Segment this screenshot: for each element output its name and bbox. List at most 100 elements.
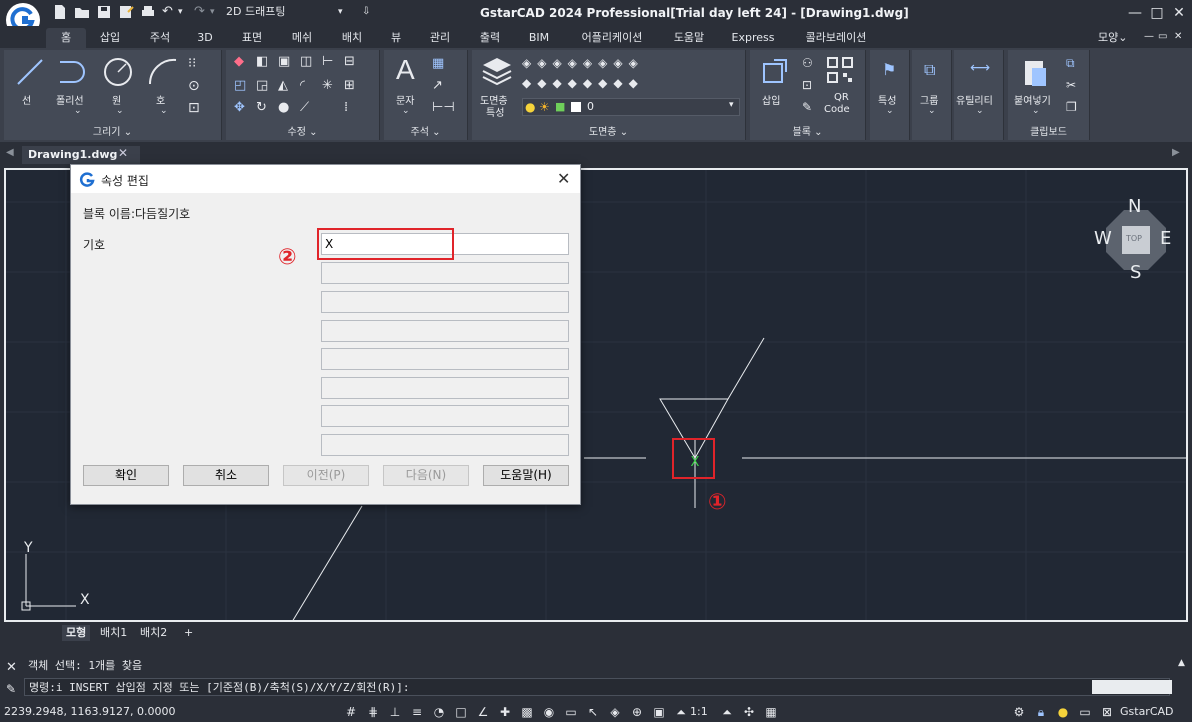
scale-icon[interactable]: ◲ <box>256 78 268 93</box>
tab-help[interactable]: 도움말 <box>666 28 712 48</box>
viewcube-west[interactable]: W <box>1094 228 1112 249</box>
otrack-icon[interactable]: ∠ <box>476 706 490 719</box>
layer-dropdown[interactable]: ● ☀ ■ 0 ▾ <box>522 98 740 116</box>
appearance-menu[interactable]: 모양⌄ <box>1098 28 1138 48</box>
polyline-button-label[interactable]: 폴리선 <box>56 92 84 107</box>
table-icon[interactable]: ▦ <box>432 56 444 71</box>
layer-properties-icon[interactable] <box>480 54 514 88</box>
redo-dropdown-icon[interactable]: ▾ <box>210 4 215 20</box>
cancel-button[interactable]: 취소 <box>183 465 269 486</box>
restore-button[interactable]: □ <box>1146 2 1168 24</box>
command-close-icon[interactable]: ✕ <box>6 660 17 675</box>
selection-cycling-icon[interactable]: ◉ <box>542 706 556 719</box>
snap-icon[interactable]: ⋕ <box>366 706 380 719</box>
tab-annotate[interactable]: 주석 <box>142 28 178 48</box>
tab-surface[interactable]: 표면 <box>234 28 270 48</box>
block-panel-title[interactable]: 블록 ⌄ <box>750 123 865 138</box>
copy-clip-icon[interactable]: ⧉ <box>1066 56 1075 71</box>
measure-icon[interactable]: ⟷ <box>970 60 990 76</box>
clean-screen-icon[interactable]: ▭ <box>1078 706 1092 719</box>
tab-add-layout[interactable]: + <box>180 625 197 641</box>
customize-qat-icon[interactable]: ⇩ <box>362 4 370 20</box>
tab-scroll-left-icon[interactable]: ◀ <box>6 147 14 158</box>
viewcube-north[interactable]: N <box>1128 196 1141 217</box>
dimension-icon[interactable]: ⊢⊣ <box>432 100 455 115</box>
tab-insert[interactable]: 삽입 <box>92 28 128 48</box>
move-icon[interactable]: ✥ <box>234 100 245 115</box>
cut-icon[interactable]: ✂ <box>1066 78 1076 92</box>
tab-output[interactable]: 출력 <box>472 28 508 48</box>
grid-icon[interactable]: # <box>344 706 358 719</box>
chevron-down-icon[interactable]: ⌄ <box>402 106 410 116</box>
isolate-bulb-icon[interactable]: ● <box>1056 706 1070 719</box>
chevron-down-icon[interactable]: ⌄ <box>116 106 124 116</box>
break-icon[interactable]: ⟋ <box>300 100 309 115</box>
layer-tools-row1-icon[interactable]: ◈◈◈◈◈◈◈◈ <box>522 56 644 70</box>
chevron-down-icon[interactable]: ⌄ <box>160 106 168 116</box>
paste-icon[interactable] <box>1022 56 1050 88</box>
chevron-down-icon[interactable]: ⌄ <box>976 106 984 116</box>
clipboard-panel-title[interactable]: 클립보드 <box>1008 123 1089 138</box>
offset-icon[interactable]: ◫ <box>300 54 312 69</box>
workspace-dropdown[interactable]: 2D 드래프팅 ▾ <box>220 3 350 21</box>
command-input[interactable]: 명령:i INSERT 삽입점 지정 또는 [기준점(B)/축척(S)/X/Y/… <box>24 678 1170 696</box>
ribbon-restore-icon[interactable]: ▭ <box>1158 29 1167 45</box>
open-folder-icon[interactable] <box>74 4 90 20</box>
tab-3d[interactable]: 3D <box>190 28 220 48</box>
transparency-icon[interactable]: ▩ <box>520 706 534 719</box>
previous-button[interactable]: 이전(P) <box>283 465 369 486</box>
zoom-icon[interactable]: ⊕ <box>630 706 644 719</box>
copy-icon[interactable]: ◧ <box>256 54 268 69</box>
text-button-label[interactable]: 문자 <box>396 92 414 107</box>
insert-block-icon[interactable] <box>760 56 790 86</box>
tab-home[interactable]: 홈 <box>46 28 86 48</box>
tab-scroll-right-icon[interactable]: ▶ <box>1172 147 1180 158</box>
tab-view[interactable]: 뷰 <box>382 28 410 48</box>
dynamic-ucs-icon[interactable]: ✚ <box>498 706 512 719</box>
block-create-icon[interactable]: ⊡ <box>802 78 812 92</box>
lineweight-icon[interactable]: ≡ <box>410 706 424 719</box>
viewcube-south[interactable]: S <box>1130 262 1141 283</box>
ribbon-close-icon[interactable]: ✕ <box>1174 29 1182 45</box>
block-edit-icon[interactable]: ✎ <box>802 100 812 114</box>
dialog-close-icon[interactable]: ✕ <box>557 169 570 188</box>
chevron-down-icon[interactable]: ⌄ <box>74 106 82 116</box>
tab-model[interactable]: 모형 <box>62 625 91 641</box>
tab-layout1[interactable]: 배치1 <box>96 625 131 641</box>
undo-dropdown-icon[interactable]: ▾ <box>178 4 183 20</box>
utilities-button-label[interactable]: 유틸리티 <box>956 92 993 107</box>
viewport-icon[interactable]: ▣ <box>652 706 666 719</box>
polyline-icon[interactable] <box>56 56 90 88</box>
layers-panel-title[interactable]: 도면층 ⌄ <box>472 123 745 138</box>
qr-button-label-2[interactable]: Code <box>824 104 850 115</box>
print-icon[interactable] <box>140 4 156 20</box>
lock-icon[interactable]: 🔒︎ <box>1034 706 1048 719</box>
new-file-icon[interactable] <box>52 4 68 20</box>
viewcube-top-face[interactable]: TOP <box>1126 234 1142 243</box>
line-button-label[interactable]: 선 <box>22 92 31 107</box>
hardware-acceleration-icon[interactable]: ▦ <box>764 706 778 719</box>
layer-properties-label-2[interactable]: 특성 <box>486 104 504 119</box>
arc-button-label[interactable]: 호 <box>156 92 165 107</box>
document-tab-close-icon[interactable]: ✕ <box>118 146 128 160</box>
annotation-panel-title[interactable]: 주석 ⌄ <box>384 123 467 138</box>
circle-button-label[interactable]: 원 <box>112 92 121 107</box>
explode-icon[interactable]: ✳ <box>322 78 333 93</box>
ellipse-icon[interactable]: ⊙ <box>188 78 200 94</box>
extend-icon[interactable]: ⊞ <box>344 78 355 93</box>
paste-button-label[interactable]: 붙여넣기 <box>1014 92 1051 107</box>
chevron-down-icon[interactable]: ⌄ <box>1032 106 1040 116</box>
tab-mesh[interactable]: 메쉬 <box>284 28 320 48</box>
save-as-icon[interactable] <box>118 4 134 20</box>
line-icon[interactable] <box>14 56 46 88</box>
undo-icon[interactable]: ↶ <box>162 4 173 20</box>
arc-icon[interactable] <box>146 56 180 88</box>
insert-button-label[interactable]: 삽입 <box>762 92 780 107</box>
rotate-icon[interactable]: ↻ <box>256 100 267 115</box>
command-scroll-up-icon[interactable]: ▲ <box>1178 658 1185 668</box>
annotation-scale-icon[interactable]: ⏶ <box>674 706 688 719</box>
annotation-scale-value[interactable]: 1:1 <box>690 705 708 718</box>
tab-manage[interactable]: 관리 <box>422 28 458 48</box>
chevron-down-icon[interactable]: ⌄ <box>886 106 894 116</box>
stretch-icon[interactable]: ◰ <box>234 78 246 93</box>
